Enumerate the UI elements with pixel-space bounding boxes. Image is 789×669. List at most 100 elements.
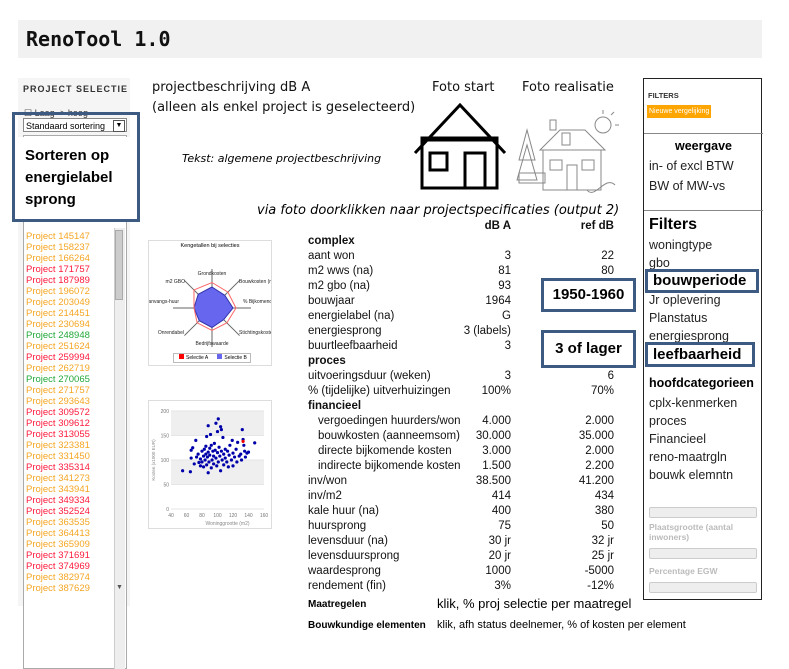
project-list-item[interactable]: Project 323381 [24, 440, 126, 451]
scatter-point [198, 464, 203, 468]
slider-label-plaatsgrootte: Plaatsgrootte (aantal inwoners) [649, 522, 734, 542]
radar-axis-label: Stichtingskosten [239, 330, 271, 336]
legend-swatch-b [217, 354, 223, 359]
project-list-item[interactable]: Project 349334 [24, 495, 126, 506]
project-list-item[interactable]: Project 293643 [24, 396, 126, 407]
scatter-point [236, 440, 240, 444]
row-label: levensduursprong [308, 550, 400, 562]
scatter-point [209, 466, 213, 470]
cell-a: 1.500 [482, 460, 511, 472]
project-list-item[interactable]: Project 171757 [24, 264, 126, 275]
project-list-item[interactable]: Project 374969 [24, 561, 126, 572]
filter-jr-oplevering[interactable]: Jr oplevering [649, 291, 721, 309]
project-list-item[interactable]: Project 145147 [24, 231, 126, 242]
project-description-title: projectbeschrijving dB A [152, 80, 311, 95]
row-label: inv/m2 [308, 490, 342, 502]
scatter-point [219, 449, 223, 453]
cell-ref: -5000 [584, 565, 614, 577]
radar-axis-label: Bedrijfswaarde [195, 341, 228, 347]
scatter-point [232, 455, 237, 459]
project-list-item[interactable]: Project 365909 [24, 539, 126, 550]
range-slider[interactable] [649, 507, 757, 518]
scatter-point [206, 450, 210, 454]
cell-ref: -12% [587, 580, 614, 592]
cat-financieel[interactable]: Financieel [649, 430, 706, 448]
scatter-point [217, 445, 221, 449]
new-comparison-button[interactable]: Nieuwe vergelijking [647, 105, 712, 118]
project-list-item[interactable]: Project 363535 [24, 517, 126, 528]
project-list-item[interactable]: Project 214451 [24, 308, 126, 319]
cell-a: 20 jr [488, 550, 511, 562]
project-list-item[interactable]: Project 166264 [24, 253, 126, 264]
filter-bouwperiode[interactable]: bouwperiode [645, 269, 759, 293]
cell-a: 414 [491, 490, 511, 502]
project-list-item[interactable]: Project 309572 [24, 407, 126, 418]
scroll-down-icon[interactable]: ▼ [116, 584, 123, 591]
plaatsgrootte-slider[interactable] [649, 548, 757, 559]
cat-bouwk-elemntn[interactable]: bouwk elemntn [649, 466, 733, 484]
photo-start-house-icon[interactable] [413, 103, 513, 193]
cell-a: 81 [498, 265, 511, 277]
cell-ref: 434 [594, 490, 614, 502]
weergave-btw[interactable]: in- of excl BTW [649, 157, 734, 175]
project-list-item[interactable]: Project 230694 [24, 319, 126, 330]
filters-heading: FILTERS [648, 91, 679, 100]
scatter-point [222, 452, 226, 456]
project-list-item[interactable]: Project 262719 [24, 363, 126, 374]
scatter-point [208, 432, 213, 437]
project-list-item[interactable]: Project 187989 [24, 275, 126, 286]
project-list-item[interactable]: Project 270065 [24, 374, 126, 385]
maatregelen-link[interactable]: Maatregelen [308, 599, 366, 610]
scatter-point [230, 438, 234, 442]
project-list-item[interactable]: Project 343941 [24, 484, 126, 495]
weergave-bw-mw[interactable]: BW of MW-vs [649, 177, 725, 195]
scrollbar-thumb[interactable] [115, 230, 123, 300]
project-list-item[interactable]: Project 259994 [24, 352, 126, 363]
scatter-point [225, 449, 230, 453]
project-list-item[interactable]: Project 203049 [24, 297, 126, 308]
scatter-point [206, 424, 210, 428]
project-list-item[interactable]: Project 341273 [24, 473, 126, 484]
cat-reno-maatrgln[interactable]: reno-maatrgln [649, 448, 727, 466]
cell-a [431, 399, 511, 414]
project-list-item[interactable]: Project 251624 [24, 341, 126, 352]
filter-woningtype[interactable]: woningtype [649, 236, 712, 254]
project-list-item[interactable]: Project 331450 [24, 451, 126, 462]
callout-text: Sorteren op energielabel sprong [25, 147, 113, 208]
project-list-item[interactable]: Project 158237 [24, 242, 126, 253]
project-list-item[interactable]: Project 364413 [24, 528, 126, 539]
project-list-item[interactable]: Project 382974 [24, 572, 126, 583]
cell-a: 3 [504, 370, 511, 382]
row-label: uitvoeringsduur (weken) [308, 370, 431, 382]
cat-cplx-kenmerken[interactable]: cplx-kenmerken [649, 394, 737, 412]
bouwkundige-elementen-link[interactable]: Bouwkundige elementen [308, 620, 426, 631]
project-list-item[interactable]: Project 271757 [24, 385, 126, 396]
filter-leefbaarheid[interactable]: leefbaarheid [645, 342, 755, 367]
scatter-point [205, 463, 209, 467]
project-list-item[interactable]: Project 335314 [24, 462, 126, 473]
x-tick-label: 60 [184, 513, 190, 519]
cell-a: 3% [494, 580, 511, 592]
project-list-item[interactable]: Project 387629 [24, 583, 126, 594]
row-label: energielabel (na) [308, 310, 395, 322]
cell-ref: 2.000 [585, 415, 614, 427]
filter-planstatus[interactable]: Planstatus [649, 309, 707, 327]
egw-slider[interactable] [649, 582, 757, 593]
cell-a: G [502, 310, 511, 322]
cat-proces[interactable]: proces [649, 412, 687, 430]
cell-a: 3.000 [482, 445, 511, 457]
scatter-point [202, 447, 206, 451]
project-list-item[interactable]: Project 309612 [24, 418, 126, 429]
photo-realisatie-house-icon[interactable] [515, 105, 620, 195]
project-list-item[interactable]: Project 352524 [24, 506, 126, 517]
project-list-item[interactable]: Project 371691 [24, 550, 126, 561]
row-label: energiesprong [308, 325, 382, 337]
scatter-point [192, 462, 196, 466]
x-tick-label: 40 [168, 513, 174, 519]
project-list-item[interactable]: Project 196072 [24, 286, 126, 297]
cell-ref: 80 [601, 265, 614, 277]
cell-ref: 22 [601, 250, 614, 262]
panel-title: PROJECT SELECTIE [23, 84, 129, 94]
project-list-item[interactable]: Project 248948 [24, 330, 126, 341]
project-list-item[interactable]: Project 313055 [24, 429, 126, 440]
